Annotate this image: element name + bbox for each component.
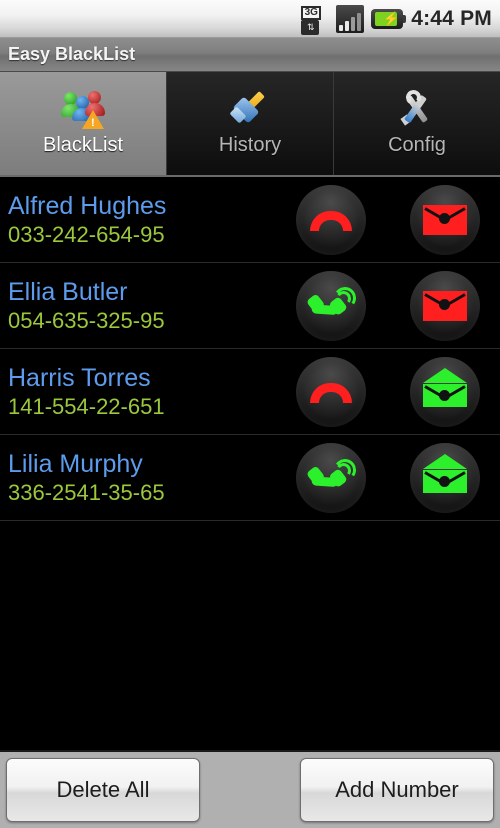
tab-history-label: History [218,134,282,156]
contact-name: Alfred Hughes [8,191,167,220]
battery-charging-icon: ⚡ [371,8,407,29]
table-row[interactable]: Alfred Hughes 033-242-654-95 [0,177,500,263]
envelope-glyph [423,453,467,493]
3g-arrows: ⇅ [301,19,320,35]
row-actions [296,442,500,513]
envelope-closed-icon[interactable] [410,270,480,341]
status-icons: 3G ⇅ ⚡ [301,4,407,35]
row-actions [296,184,500,255]
3g-label: 3G [301,5,322,20]
envelope-knob [439,212,450,224]
ring-waves-glyph [332,456,358,483]
envelope-closed-icon[interactable] [410,184,480,255]
signal-bar-1 [339,24,344,31]
envelope-lid [423,453,467,469]
call-ringing-icon[interactable] [296,270,366,341]
charging-bolt-icon: ⚡ [383,10,400,26]
status-clock: 4:44 PM [411,6,492,30]
envelope-knob [439,298,450,310]
contact-number: 141-554-22-651 [8,393,165,419]
envelope-open-icon[interactable] [410,442,480,513]
table-row[interactable]: Lilia Murphy 336-2541-35-65 [0,435,500,521]
contact-name: Harris Torres [8,363,151,392]
handset-down-glyph [310,210,352,231]
call-ringing-icon[interactable] [296,442,366,513]
row-actions [296,356,500,427]
page-title: Easy BlackList [8,44,136,64]
signal-bar-4 [357,12,362,31]
call-blocked-icon[interactable] [296,184,366,255]
people-warning-icon: ! [60,86,106,132]
row-text: Alfred Hughes 033-242-654-95 [0,191,296,249]
phone-screen: 3G ⇅ ⚡ 4:44 PM Easy BlackList ! BlackLis… [0,0,500,828]
envelope-open-icon[interactable] [410,356,480,427]
bottom-button-bar: Delete All Add Number [0,750,500,828]
status-bar: 3G ⇅ ⚡ 4:44 PM [0,0,500,38]
3g-data-icon: 3G ⇅ [301,5,329,35]
ring-wave-outer [332,456,358,483]
contact-number: 336-2541-35-65 [8,479,165,505]
tab-history[interactable]: History [167,72,334,175]
brush-icon [227,86,273,132]
signal-bar-3 [351,16,356,31]
signal-bar-2 [345,20,350,31]
envelope-knob [439,389,450,401]
row-text: Ellia Butler 054-635-325-95 [0,277,296,335]
contact-name: Ellia Butler [8,277,128,306]
tab-config-label: Config [388,134,446,156]
handset-down-glyph [310,382,352,403]
ring-waves-glyph [332,284,358,311]
row-actions [296,270,500,341]
envelope-knob [439,475,450,487]
tab-blacklist[interactable]: ! BlackList [0,72,167,175]
table-row[interactable]: Harris Torres 141-554-22-651 [0,349,500,435]
row-text: Lilia Murphy 336-2541-35-65 [0,449,296,507]
table-row[interactable]: Ellia Butler 054-635-325-95 [0,263,500,349]
ring-wave-outer [332,284,358,311]
tab-blacklist-label: BlackList [42,134,124,156]
envelope-glyph [423,290,467,321]
signal-bars-icon [336,4,365,33]
envelope-glyph [423,204,467,235]
row-text: Harris Torres 141-554-22-651 [0,363,296,421]
add-number-button[interactable]: Add Number [300,758,494,822]
tab-config[interactable]: Config [334,72,500,175]
warning-exclamation: ! [91,117,95,129]
contact-name: Lilia Murphy [8,449,143,478]
tab-bar: ! BlackList History Config [0,72,500,177]
contact-number: 054-635-325-95 [8,307,165,333]
contact-number: 033-242-654-95 [8,221,165,247]
title-bar: Easy BlackList [0,38,500,72]
blacklist-list: Alfred Hughes 033-242-654-95 Ellia Butle… [0,177,500,749]
tools-wrench-icon [394,86,440,132]
delete-all-button[interactable]: Delete All [6,758,200,822]
envelope-lid [423,367,467,383]
call-blocked-icon[interactable] [296,356,366,427]
envelope-glyph [423,367,467,407]
